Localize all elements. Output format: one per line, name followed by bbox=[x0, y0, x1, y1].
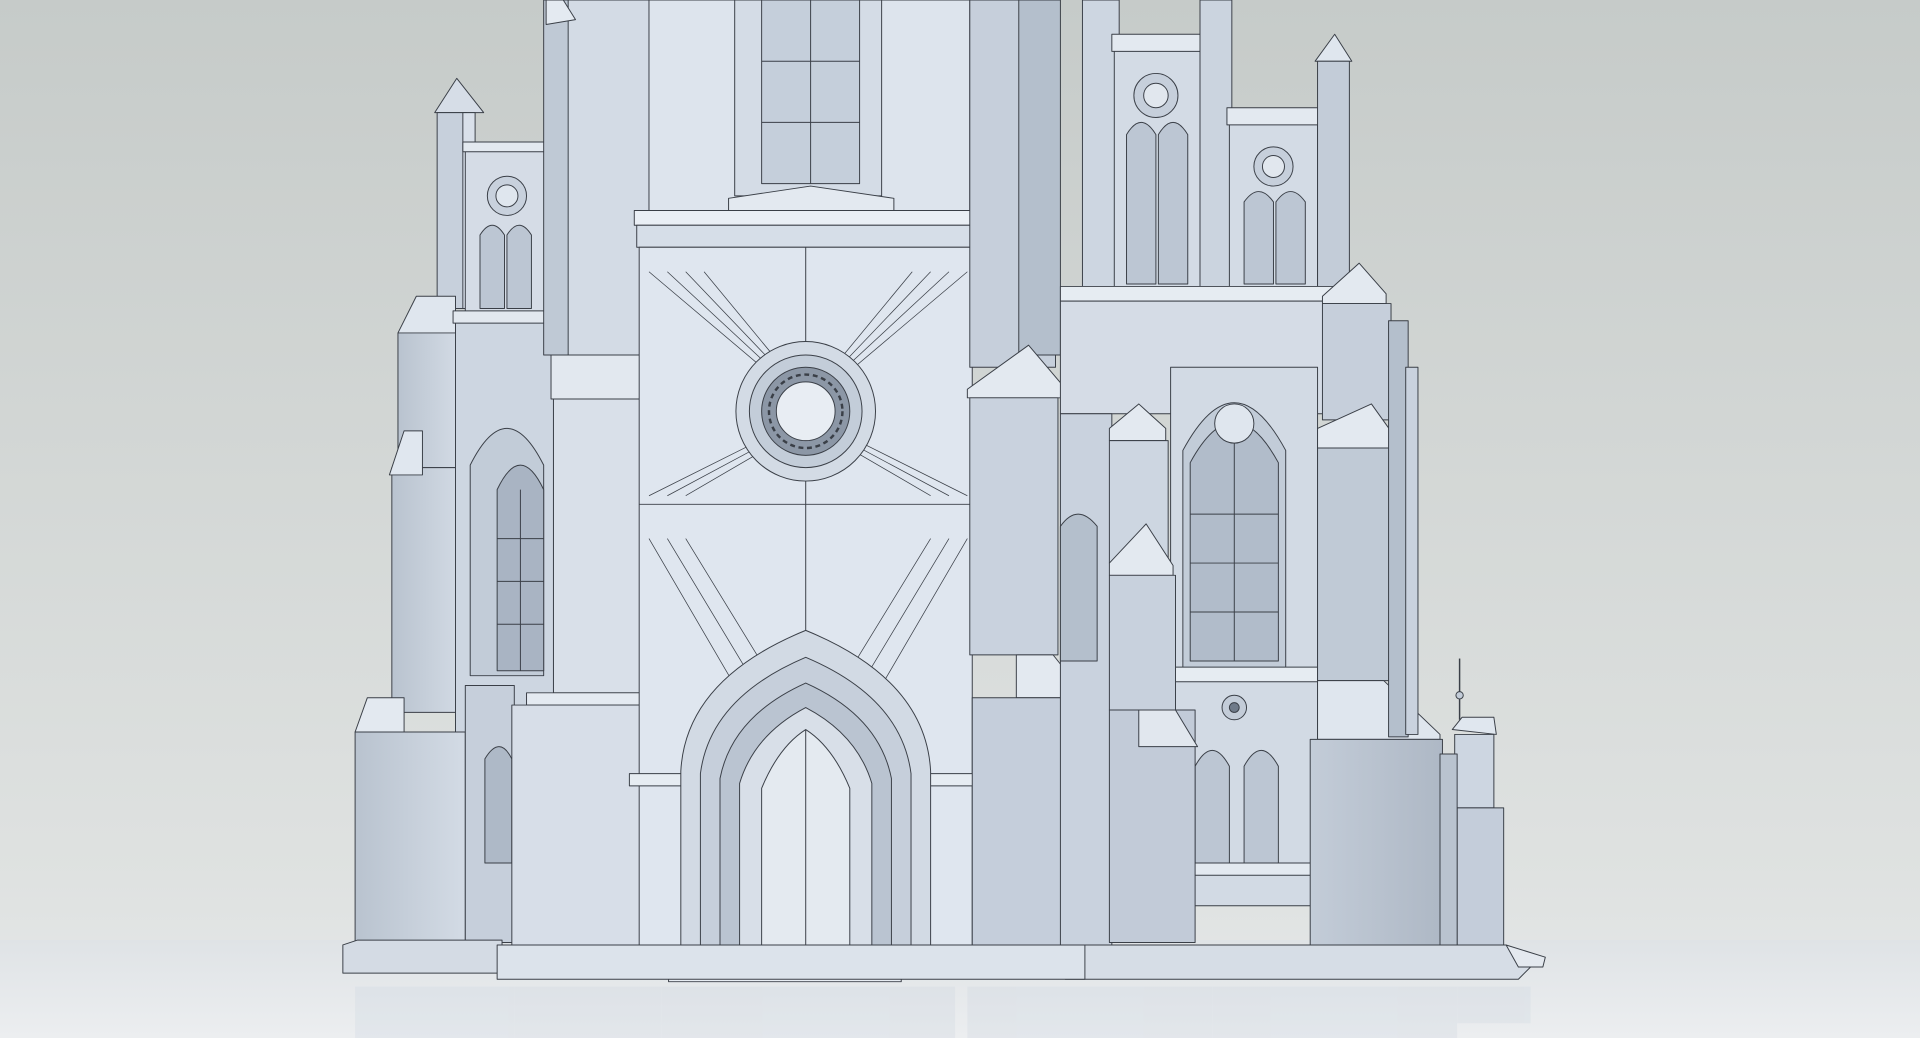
cathedral-model bbox=[0, 0, 1920, 1038]
render-viewport bbox=[0, 0, 1920, 1038]
central-tower bbox=[511, 0, 1086, 983]
plinth bbox=[496, 944, 1086, 980]
cathedral-scene bbox=[0, 0, 1920, 1038]
floor-reflection bbox=[355, 986, 1531, 1038]
